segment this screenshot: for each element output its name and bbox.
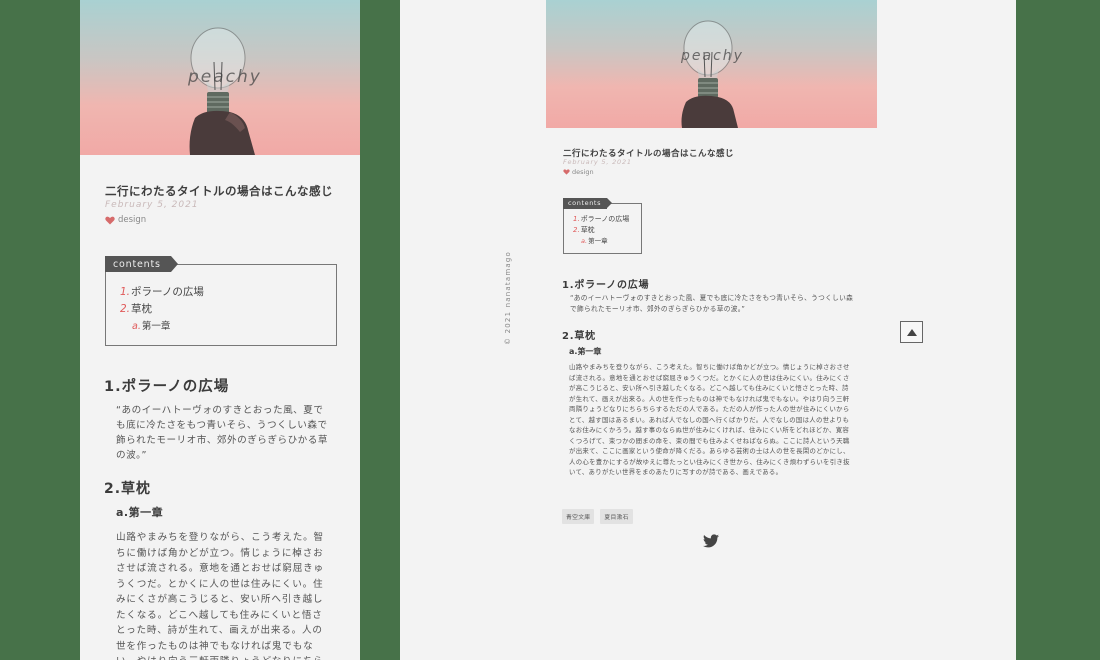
toc-item[interactable]: 1.ポラーノの広場	[573, 214, 629, 225]
toc-item[interactable]: 2.草枕	[120, 301, 204, 318]
blog-logo[interactable]: peachy	[681, 48, 744, 64]
toc-label: contents	[563, 198, 613, 209]
quote-text: “あのイーハトーヴォのすきとおった風、夏でも底に冷たさをもつ青いそら、うつくしい…	[570, 294, 854, 313]
post-category[interactable]: design	[563, 168, 594, 176]
lightbulb-hand-illustration	[681, 20, 738, 128]
desktop-preview: peachy © 2021 nanatamago 二行にわたるタイトルの場合はこ…	[400, 0, 1016, 660]
subsection-heading: a.第一章	[116, 506, 164, 519]
copyright-credit: © 2021 nanatamago	[504, 251, 512, 345]
toc-label: contents	[105, 256, 178, 272]
category-label[interactable]: design	[118, 215, 146, 225]
hero-image: peachy	[546, 0, 877, 128]
heart-icon	[105, 216, 115, 224]
section-heading-2: 2.草枕	[562, 331, 596, 342]
tag-list: 青空文庫 夏目漱石	[562, 509, 633, 524]
blog-logo[interactable]: peachy	[188, 67, 262, 87]
body-text: 山路やまみちを登りながら、こう考えた。智ちに働けば角かどが立つ。情じょうに棹さお…	[116, 532, 324, 660]
post-title: 二行にわたるタイトルの場合はこんな感じ	[105, 184, 333, 198]
toc-subitem[interactable]: a.第一章	[573, 236, 629, 247]
mobile-preview: peachy 二行にわたるタイトルの場合はこんな感じ February 5, 2…	[80, 0, 360, 660]
arrow-up-icon	[906, 328, 917, 336]
toc-item[interactable]: 2.草枕	[573, 225, 629, 236]
section-heading-2: 2.草枕	[104, 481, 152, 497]
toc-item[interactable]: 1.ポラーノの広場	[120, 284, 204, 301]
tag[interactable]: 青空文庫	[562, 509, 595, 524]
body-text: 山路やまみちを登りながら、こう考えた。智ちに働けば角かどが立つ。情じょうに棹さお…	[569, 363, 850, 476]
hero-image: peachy	[80, 0, 360, 155]
tag[interactable]: 夏目漱石	[600, 509, 633, 524]
category-label[interactable]: design	[572, 168, 594, 176]
post-date: February 5, 2021	[105, 200, 199, 210]
post-category[interactable]: design	[105, 215, 146, 225]
post-date: February 5, 2021	[563, 158, 632, 166]
heart-icon	[563, 169, 570, 175]
toc-list: 1.ポラーノの広場 2.草枕 a.第一章	[573, 214, 629, 247]
toc-list: 1.ポラーノの広場 2.草枕 a.第一章	[120, 284, 204, 335]
subsection-heading: a.第一章	[569, 347, 602, 356]
back-to-top-button[interactable]	[900, 321, 923, 343]
toc-subitem[interactable]: a.第一章	[120, 318, 204, 335]
twitter-icon[interactable]	[703, 534, 719, 548]
quote-text: “あのイーハトーヴォのすきとおった風、夏でも底に冷たさをもつ青いそら、うつくしい…	[116, 405, 328, 461]
section-heading-1: 1.ポラーノの広場	[104, 379, 230, 395]
section-heading-1: 1.ポラーノの広場	[562, 280, 650, 291]
